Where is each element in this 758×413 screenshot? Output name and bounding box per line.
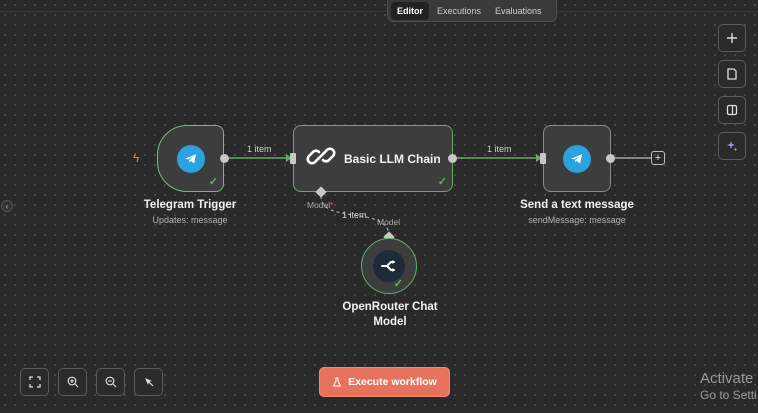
link-chain-icon bbox=[306, 141, 336, 176]
edge-label: 1 item bbox=[487, 144, 512, 154]
fit-view-button[interactable] bbox=[20, 368, 49, 396]
zoom-in-icon bbox=[67, 376, 78, 388]
zoom-controls bbox=[20, 368, 163, 396]
add-next-node-button[interactable]: + bbox=[651, 151, 665, 165]
zoom-in-button[interactable] bbox=[58, 368, 87, 396]
input-handle[interactable] bbox=[540, 153, 546, 164]
flask-icon bbox=[332, 377, 342, 387]
add-node-button[interactable] bbox=[718, 24, 746, 52]
top-divider bbox=[0, 11, 387, 12]
success-check-icon: ✓ bbox=[208, 176, 218, 188]
activation-watermark: Activate Go to Setti bbox=[700, 370, 757, 402]
output-handle[interactable] bbox=[606, 154, 615, 163]
send-message-node[interactable] bbox=[543, 125, 611, 192]
execute-workflow-label: Execute workflow bbox=[348, 376, 437, 388]
port-label: Model* bbox=[307, 200, 334, 210]
node-title: Telegram Trigger bbox=[143, 199, 237, 211]
canvas-toolbar bbox=[718, 24, 746, 160]
plus-icon bbox=[727, 33, 737, 43]
tidy-up-button[interactable] bbox=[134, 368, 163, 396]
port-label: Model bbox=[377, 217, 401, 227]
output-handle[interactable] bbox=[220, 154, 229, 163]
view-tabs: Editor Executions Evaluations bbox=[387, 0, 557, 22]
execute-workflow-button[interactable]: Execute workflow bbox=[319, 367, 450, 397]
output-handle[interactable] bbox=[448, 154, 457, 163]
success-check-icon: ✓ bbox=[437, 176, 447, 188]
node-title: Basic LLM Chain bbox=[344, 151, 441, 166]
tab-editor[interactable]: Editor bbox=[391, 1, 429, 20]
sticky-note-icon bbox=[727, 68, 737, 80]
plus-icon: + bbox=[654, 151, 662, 164]
toggle-panel-button[interactable] bbox=[718, 96, 746, 124]
ai-assistant-button[interactable] bbox=[718, 132, 746, 160]
panel-icon bbox=[726, 104, 738, 116]
edge-label: 1 item bbox=[342, 210, 367, 220]
add-sticky-button[interactable] bbox=[718, 60, 746, 88]
telegram-icon bbox=[563, 144, 591, 173]
telegram-trigger-node[interactable]: ✓ bbox=[157, 125, 224, 192]
connections-layer bbox=[229, 154, 651, 237]
input-handle[interactable] bbox=[290, 153, 296, 164]
zoom-out-icon bbox=[105, 376, 116, 388]
tab-evaluations[interactable]: Evaluations bbox=[489, 2, 548, 20]
node-title: Model bbox=[373, 316, 407, 328]
tab-executions[interactable]: Executions bbox=[431, 2, 487, 20]
openrouter-model-node[interactable]: ✓ bbox=[361, 238, 417, 294]
telegram-icon bbox=[176, 144, 205, 173]
node-subtitle: Updates: message bbox=[152, 215, 228, 225]
top-divider bbox=[557, 11, 758, 12]
node-title: Send a text message bbox=[520, 199, 634, 211]
edge-label: 1 item bbox=[247, 144, 272, 154]
zoom-out-button[interactable] bbox=[96, 368, 125, 396]
node-title: OpenRouter Chat bbox=[342, 301, 438, 313]
lightning-icon: ϟ bbox=[133, 151, 140, 165]
fit-view-icon bbox=[28, 376, 41, 388]
llm-chain-node[interactable]: Basic LLM Chain ✓ bbox=[293, 125, 453, 192]
sparkle-icon bbox=[727, 141, 738, 152]
tidy-up-icon bbox=[144, 378, 153, 387]
watermark-line: Activate bbox=[700, 370, 754, 387]
watermark-line: Go to Setti bbox=[700, 388, 757, 402]
chevron-left-icon[interactable]: ‹ bbox=[1, 200, 13, 212]
success-check-icon: ✓ bbox=[393, 278, 403, 290]
node-subtitle: sendMessage: message bbox=[528, 215, 626, 225]
